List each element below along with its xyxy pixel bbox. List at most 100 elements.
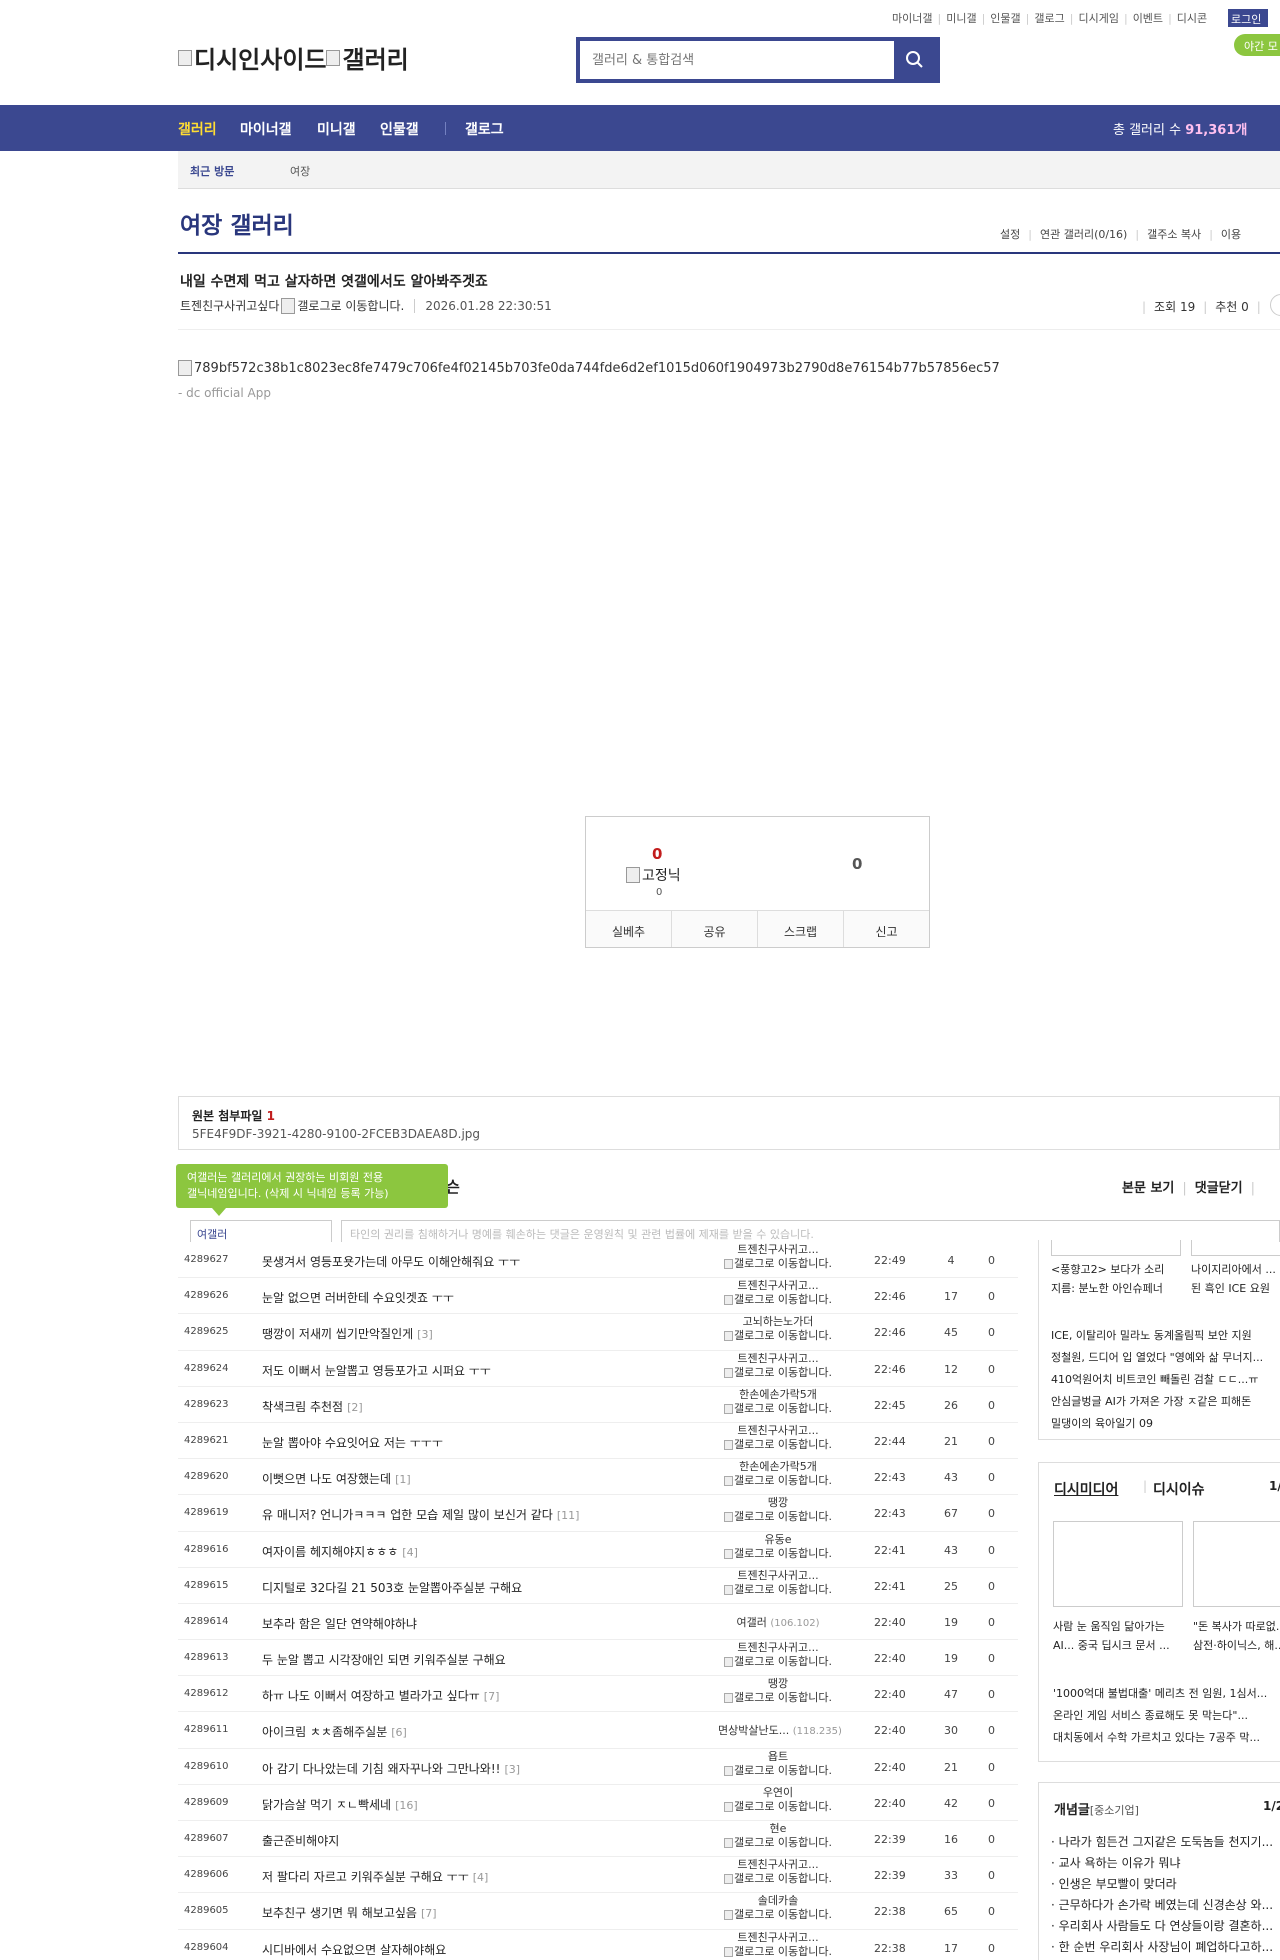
login-button[interactable]: 로그인 [1228, 9, 1268, 27]
report-button[interactable]: 신고 [844, 911, 929, 947]
reply-count[interactable]: [4] [473, 1871, 489, 1884]
reply-count[interactable]: [16] [395, 1799, 418, 1812]
table-row[interactable]: 4289604 시디바에서 수요없으면 살자해야해요 트젠친구사귀고... 갤로그로 … [178, 1930, 1018, 1960]
gallog-link[interactable]: 갤로그로 이동합니다. [718, 1293, 838, 1307]
tab-dcissue[interactable]: 디시이슈 [1143, 1479, 1205, 1499]
table-row[interactable]: 4289615 디지털로 32다길 21 503호 눈알뽑아주실분 구해요 트젠친구… [178, 1568, 1018, 1604]
reply-count[interactable]: [1] [395, 1473, 411, 1486]
night-mode-button[interactable]: 야간 모 [1234, 34, 1280, 56]
comment-textarea[interactable]: 타인의 권리를 침해하거나 명예를 훼손하는 댓글은 운영원칙 및 관련 법률에… [341, 1220, 1280, 1242]
writer-nick[interactable]: 현e [718, 1822, 838, 1836]
top-link[interactable]: 이벤트 [1133, 10, 1163, 26]
writer-nick[interactable]: 한손에손가락5개 [718, 1388, 838, 1402]
concept-title[interactable]: 개념글[중소기업] [1054, 1799, 1139, 1818]
gallog-link[interactable]: 갤로그로 이동합니다. [718, 1908, 838, 1922]
nav-mini-gallery[interactable]: 미니갤 [317, 119, 356, 139]
search-button[interactable] [894, 41, 936, 79]
news-thumbnail-1[interactable] [1051, 1240, 1181, 1256]
post-link[interactable]: 저도 이뻐서 눈알뽑고 영등포가고 시퍼요 ㅜㅜ [262, 1362, 495, 1379]
settings-link[interactable]: 설정 [1000, 226, 1020, 242]
reply-count[interactable]: [2] [347, 1401, 363, 1414]
related-gallery-link[interactable]: 연관 갤러리(0/16) [1040, 226, 1127, 242]
more-icon[interactable] [1270, 294, 1280, 316]
table-row[interactable]: 4289625 땡깡이 저새끼 씹기만악질인게 [3] 고뇌하는노가더 갤로그로 이동합… [178, 1314, 1018, 1351]
table-row[interactable]: 4289620 이뻣으면 나도 여장했는데 [1] 한손에손가락5개 갤로그로 이동합니… [178, 1459, 1018, 1496]
gallog-link[interactable]: 갤로그로 이동합니다. [718, 1402, 838, 1416]
post-link[interactable]: 시디바에서 수요없으면 살자해야해요 [262, 1941, 450, 1958]
nav-minor-gallery[interactable]: 마이너갤 [240, 119, 292, 139]
writer-guest[interactable]: 여갤러 (106.102) [718, 1605, 838, 1631]
post-link[interactable]: 아이크림 ㅊㅊ좀해주실분 [6] [262, 1723, 407, 1740]
top-link[interactable]: 디시콘 [1177, 10, 1207, 26]
post-link[interactable]: 아 감기 다나았는데 기침 왜자꾸나와 그만나와!! [3] [262, 1760, 520, 1777]
view-body-button[interactable]: 본문 보기 [1122, 1181, 1174, 1196]
post-link[interactable]: 땡깡이 저새끼 씹기만악질인게 [3] [262, 1325, 433, 1342]
media-item[interactable]: 온라인 게임 서비스 종료해도 못 막는다"... [1053, 1705, 1267, 1727]
gallog-link[interactable]: 갤로그로 이동합니다. [718, 1510, 838, 1524]
gallog-icon[interactable] [281, 297, 296, 314]
concept-item[interactable]: · 근무하다가 손가락 베였는데 신경손상 와... [1051, 1896, 1273, 1913]
table-row[interactable]: 4289616 여자이름 헤지해야지ㅎㅎㅎ [4] 유동e 갤로그로 이동합니다. 22:… [178, 1532, 1018, 1568]
copy-address-link[interactable]: 갤주소 복사 [1147, 226, 1201, 242]
post-link[interactable]: 여자이름 헤지해야지ㅎㅎㅎ [4] [262, 1543, 418, 1560]
gallog-link[interactable]: 갤로그로 이동합니다. [718, 1764, 838, 1778]
post-link[interactable]: 하ㅠ 나도 이뻐서 여장하고 별라가고 싶다ㅠ [7] [262, 1687, 499, 1704]
writer-nick[interactable]: 땡깡 [718, 1677, 838, 1691]
news-item[interactable]: 410억원어치 비트코인 빼돌린 검찰 ㄷㄷ...ㅠ [1051, 1369, 1263, 1391]
reply-count[interactable]: [11] [557, 1509, 580, 1522]
attachment-file[interactable]: 5FE4F9DF-3921-4280-9100-2FCEB3DAEA8D.jpg [192, 1127, 480, 1141]
nav-gallog[interactable]: 갤로그 [465, 119, 504, 139]
media-thumbnail-1[interactable] [1053, 1521, 1183, 1607]
post-link[interactable]: 이뻣으면 나도 여장했는데 [1] [262, 1470, 411, 1487]
table-row[interactable]: 4289626 눈알 없으면 러버한테 수요잇겟죠 ㅜㅜ 트젠친구사귀고... 갤로그… [178, 1278, 1018, 1315]
gallog-link[interactable]: 갤로그로 이동합니다. [718, 1329, 838, 1343]
top-link[interactable]: 미니갤 [946, 10, 976, 26]
writer-nick[interactable]: 트젠친구사귀고... [718, 1424, 838, 1438]
table-row[interactable]: 4289606 저 팔다리 자르고 키워주실분 구해요 ㅜㅜ [4] 트젠친구사귀고.… [178, 1857, 1018, 1894]
gallog-link[interactable]: 갤로그로 이동합니다. [718, 1366, 838, 1380]
writer-nick[interactable]: 땡깡 [718, 1496, 838, 1510]
share-button[interactable]: 공유 [672, 911, 758, 947]
top-link[interactable]: 인물갤 [990, 10, 1020, 26]
table-row[interactable]: 4289623 착색크림 추천점 [2] 한손에손가락5개 갤로그로 이동합니다. 22:… [178, 1387, 1018, 1423]
reply-count[interactable]: [6] [391, 1726, 407, 1739]
table-row[interactable]: 4289613 두 눈알 뽑고 시각장애인 되면 키워주실분 구해요 트젠친구사귀고… [178, 1640, 1018, 1677]
scrap-button[interactable]: 스크랩 [758, 911, 844, 947]
writer-nick[interactable]: 고뇌하는노가더 [718, 1315, 838, 1329]
news-caption-2[interactable]: 나이지리아에서 ... 된 흑인 ICE 요원 [1191, 1260, 1276, 1298]
concept-item[interactable]: · 인생은 부모빨이 맞더라 [1051, 1875, 1177, 1892]
table-row[interactable]: 4289627 못생겨서 영등포욧가는데 아무도 이해안해줘요 ㅜㅜ 트젠친구사귀고… [178, 1242, 1018, 1279]
media-caption-1[interactable]: 사람 눈 움직임 닮아가는 AI... 중국 딥시크 문서 ... [1053, 1617, 1170, 1655]
writer-nick[interactable]: 트젠친구사귀고... [718, 1931, 838, 1945]
close-comments-button[interactable]: 댓글닫기 [1195, 1181, 1243, 1196]
news-item[interactable]: 밀댕이의 육아일기 09 [1051, 1413, 1263, 1435]
post-link[interactable]: 보추친구 생기면 뭐 해보고싶음 [7] [262, 1904, 437, 1921]
concept-item[interactable]: · 교사 욕하는 이유가 뭐냐 [1051, 1854, 1181, 1871]
gallog-link[interactable]: 갤로그로 이동합니다. [718, 1691, 838, 1705]
post-author[interactable]: 트젠친구사귀고싶다 [180, 297, 279, 314]
writer-nick[interactable]: 트젠친구사귀고... [718, 1858, 838, 1872]
site-logo[interactable]: 디시인사이드 갤러리 [178, 40, 409, 75]
recent-visit-label[interactable]: 최근 방문 [190, 163, 234, 179]
recent-visit-item[interactable]: 여장 [290, 163, 310, 179]
media-caption-2[interactable]: "돈 복사가 따로없... 삼전·하이닉스, 해... [1193, 1617, 1280, 1655]
table-row[interactable]: 4289614 보추라 함은 일단 연약해야하냐 여갤러 (106.102) 22:4… [178, 1604, 1018, 1641]
table-row[interactable]: 4289605 보추친구 생기면 뭐 해보고싶음 [7] 솔데카솔 갤로그로 이동합니다… [178, 1893, 1018, 1930]
comment-name-field[interactable]: 여갤러 [190, 1220, 332, 1242]
table-row[interactable]: 4289607 출근준비해야지 현e 갤로그로 이동합니다. 22:39 16 0 [178, 1821, 1018, 1858]
gallog-alt[interactable]: 갤로그로 이동합니다. [297, 297, 404, 314]
writer-nick[interactable]: 트젠친구사귀고... [718, 1569, 838, 1583]
post-link[interactable]: 보추라 함은 일단 연약해야하냐 [262, 1615, 421, 1632]
post-link[interactable]: 닭가슴살 먹기 ㅈㄴ빡세네 [16] [262, 1796, 418, 1813]
gallog-link[interactable]: 갤로그로 이동합니다. [718, 1474, 838, 1488]
table-row[interactable]: 4289624 저도 이뻐서 눈알뽑고 영등포가고 시퍼요 ㅜㅜ 트젠친구사귀고..… [178, 1351, 1018, 1387]
table-row[interactable]: 4289609 닭가슴살 먹기 ㅈㄴ빡세네 [16] 우연이 갤로그로 이동합니다. 22… [178, 1785, 1018, 1821]
post-image[interactable]: 789bf572c38b1c8023ec8fe7479c706fe4f02145… [178, 360, 1000, 376]
usage-link[interactable]: 이용 [1221, 226, 1241, 242]
post-link[interactable]: 출근준비해야지 [262, 1832, 343, 1849]
top-link[interactable]: 갤로그 [1034, 10, 1064, 26]
post-link[interactable]: 못생겨서 영등포욧가는데 아무도 이해안해줘요 ㅜㅜ [262, 1253, 524, 1270]
news-item[interactable]: 정철원, 드디어 입 열었다 "영예와 삶 무너지... [1051, 1347, 1263, 1369]
fixed-nick-recommend[interactable]: 고정닉 [626, 865, 681, 885]
tab-dcmedia[interactable]: 디시미디어 [1054, 1479, 1118, 1499]
